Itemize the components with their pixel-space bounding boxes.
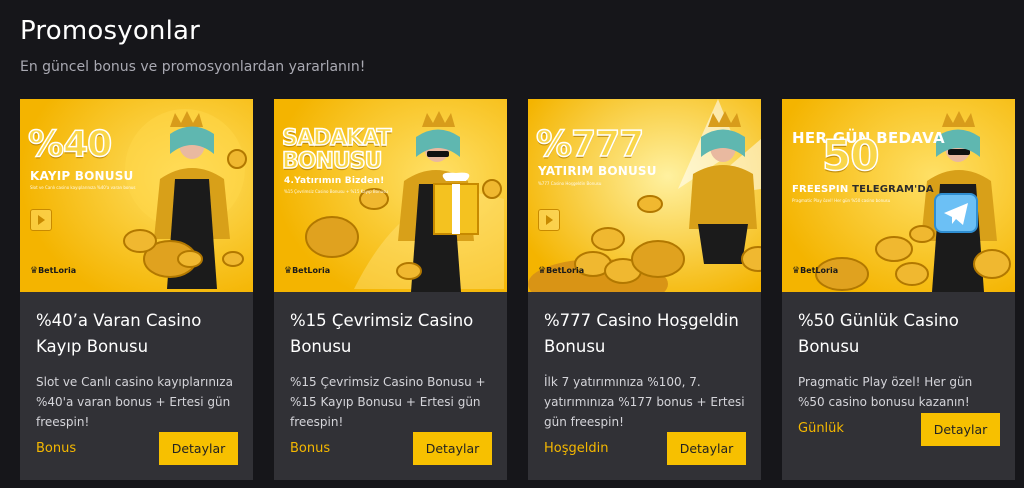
page-title: Promosyonlar (20, 16, 201, 46)
details-button[interactable]: Detaylar (413, 432, 492, 465)
promo-title: %15 Çevrimsiz Casino Bonusu (290, 311, 474, 356)
banner-fine-print: Slot ve Canlı casino kayıplarınıza %40'a… (30, 185, 136, 190)
banner-subheadline: YATIRIM BONUSU (538, 164, 657, 178)
banner-subheadline: 4.Yatırımın Bizden! (284, 176, 385, 186)
banner-headline: SADAKAT BONUSU (281, 126, 392, 175)
banner-headline-line2: BONUSU (281, 149, 383, 175)
promo-category-tag: Bonus (36, 441, 77, 456)
promotions-grid: %40 KAYIP BONUSU Slot ve Canlı casino ka… (20, 99, 1015, 480)
brand-logo: ♛BetLoria (792, 266, 839, 276)
promo-title: %50 Günlük Casino Bonusu (798, 311, 959, 356)
banner-headline: %777 (535, 124, 645, 165)
banner-fine-print: %15 Çevrimsiz Casino Bonusu + %15 Kayıp … (284, 189, 388, 194)
crown-icon: ♛ (284, 266, 293, 276)
promo-banner-image[interactable]: HER GÜN BEDAVA 50 FREESPIN TELEGRAM'DA P… (782, 99, 1015, 292)
play-icon (30, 209, 52, 231)
banner-subheadline: FREESPIN TELEGRAM'DA (792, 184, 934, 195)
page-subtitle: En güncel bonus ve promosyonlardan yarar… (20, 59, 366, 75)
promo-description: Pragmatic Play özel! Her gün %50 casino … (798, 375, 973, 409)
promo-banner-image[interactable]: %40 KAYIP BONUSU Slot ve Canlı casino ka… (20, 99, 253, 292)
banner-headline: 50 (821, 131, 880, 180)
banner-headline: %40 (27, 124, 113, 165)
banner-headline-line1: SADAKAT (281, 126, 392, 151)
promo-banner-image[interactable]: SADAKAT BONUSU 4.Yatırımın Bizden! %15 Ç… (274, 99, 507, 292)
promo-card[interactable]: HER GÜN BEDAVA 50 FREESPIN TELEGRAM'DA P… (782, 99, 1015, 480)
banner-subheadline-a: FREESPIN (792, 184, 849, 195)
banner-fine-print: Pragmatic Play özel! Her gün %50 casino … (792, 198, 891, 203)
promo-banner-image[interactable]: %777 YATIRIM BONUSU %777 Casino Hoşgeldi… (528, 99, 761, 292)
crown-icon: ♛ (538, 266, 547, 276)
promo-category-tag: Bonus (290, 441, 331, 456)
brand-logo: ♛BetLoria (284, 266, 331, 276)
brand-logo: ♛BetLoria (30, 266, 77, 276)
promo-category-tag: Hoşgeldin (544, 441, 609, 456)
banner-artwork (782, 99, 1015, 292)
promo-card[interactable]: SADAKAT BONUSU 4.Yatırımın Bizden! %15 Ç… (274, 99, 507, 480)
promo-card[interactable]: %40 KAYIP BONUSU Slot ve Canlı casino ka… (20, 99, 253, 480)
banner-subheadline: KAYIP BONUSU (30, 169, 134, 183)
promo-title: %40’a Varan Casino Kayıp Bonusu (36, 311, 202, 356)
promo-description: %15 Çevrimsiz Casino Bonusu + %15 Kayıp … (290, 375, 486, 429)
details-button[interactable]: Detaylar (667, 432, 746, 465)
promo-description: Slot ve Canlı casino kayıplarınıza %40'a… (36, 375, 233, 429)
banner-subheadline-b: TELEGRAM'DA (852, 184, 934, 195)
promo-category-tag: Günlük (798, 421, 844, 436)
promo-title: %777 Casino Hoşgeldin Bonusu (544, 311, 739, 356)
play-icon (538, 209, 560, 231)
banner-fine-print: %777 Casino Hoşgeldin Bonusu (538, 181, 602, 186)
details-button[interactable]: Detaylar (921, 413, 1000, 446)
promo-card[interactable]: %777 YATIRIM BONUSU %777 Casino Hoşgeldi… (528, 99, 761, 480)
promo-description: İlk 7 yatırımınıza %100, 7. yatırımınıza… (544, 375, 745, 429)
details-button[interactable]: Detaylar (159, 432, 238, 465)
brand-logo: ♛BetLoria (538, 266, 585, 276)
crown-icon: ♛ (792, 266, 801, 276)
crown-icon: ♛ (30, 266, 39, 276)
